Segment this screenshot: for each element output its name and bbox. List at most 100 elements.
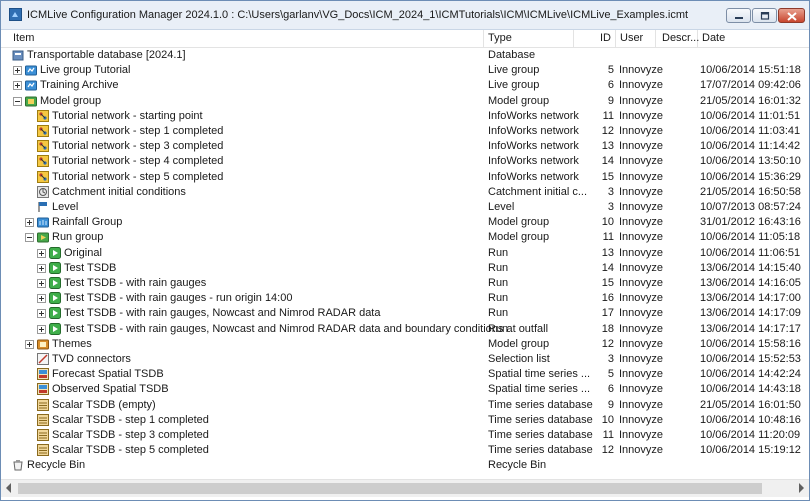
- tree-row[interactable]: Tutorial network - step 3 completed InfoW…: [1, 139, 809, 154]
- run-icon: [49, 246, 61, 259]
- tree-row[interactable]: Recycle Bin Recycle Bin: [1, 458, 809, 473]
- tree-row[interactable]: Live group Tutorial Live group 5 Innovyze 10…: [1, 63, 809, 78]
- close-button[interactable]: [778, 8, 805, 23]
- row-id: 11: [602, 109, 614, 122]
- scroll-right-icon[interactable]: [799, 483, 804, 493]
- expand-icon[interactable]: [37, 263, 46, 273]
- selection-list-icon: [37, 353, 49, 365]
- row-user: Innovyze: [619, 155, 664, 168]
- row-type: Run: [488, 307, 509, 320]
- collapse-icon[interactable]: [25, 233, 34, 243]
- tsdb-icon: [37, 398, 49, 411]
- tree-row[interactable]: Scalar TSDB - step 3 completed Time serie…: [1, 428, 809, 443]
- tree-row[interactable]: Test TSDB - with rain gauges, Nowcast an…: [1, 306, 809, 321]
- tree-row[interactable]: Observed Spatial TSDB Spatial time series…: [1, 382, 809, 397]
- expand-icon[interactable]: [13, 81, 22, 91]
- tree-row[interactable]: Tutorial network - starting point InfoWor…: [1, 109, 809, 124]
- tree-row[interactable]: Level Level 3 Innovyze 10/07/2013 08:57:24: [1, 200, 809, 215]
- rainfall-group-icon: [37, 217, 49, 228]
- tree-row[interactable]: Rainfall Group Model group 10 Innovyze 31/01…: [1, 215, 809, 230]
- expand-icon[interactable]: [37, 279, 46, 288]
- tree-row[interactable]: Test TSDB - with rain gauges Run 15 Innovyz…: [1, 276, 809, 291]
- row-type: Spatial time series ...: [488, 368, 591, 381]
- tree-row[interactable]: Tutorial network - step 5 completed InfoW…: [1, 170, 809, 185]
- row-type: InfoWorks network: [488, 155, 579, 168]
- tree-row[interactable]: Model group Model group 9 Innovyze 21/05/201…: [1, 94, 809, 109]
- title-bar[interactable]: ICMLive Configuration Manager 2024.1.0 :…: [1, 1, 809, 30]
- row-type: InfoWorks network: [488, 140, 579, 153]
- tree-row[interactable]: Original Run 13 Innovyze 10/06/2014 11:06:51: [1, 246, 809, 261]
- expand-icon[interactable]: [25, 339, 34, 349]
- row-type: Run: [488, 322, 509, 335]
- tsdb-icon: [37, 413, 49, 426]
- row-id: 14: [601, 261, 614, 274]
- column-date[interactable]: Date: [698, 30, 809, 47]
- row-date: 10/06/2014 15:58:16: [700, 337, 801, 350]
- row-type: Run: [488, 277, 509, 289]
- expand-icon[interactable]: [13, 66, 22, 76]
- tree-row[interactable]: Scalar TSDB - step 1 completed Time serie…: [1, 413, 809, 428]
- row-user: Innovyze: [619, 246, 664, 259]
- row-type: Catchment initial c...: [488, 185, 588, 198]
- row-date: 10/06/2014 15:51:18: [700, 64, 801, 77]
- row-date: 21/05/2014 16:50:58: [700, 185, 801, 198]
- expand-icon[interactable]: [37, 248, 46, 258]
- spatial-tsdb-icon: [37, 368, 49, 381]
- row-name: Observed Spatial TSDB: [52, 383, 169, 396]
- tree-row[interactable]: Training Archive Live group 6 Innovyze 17/07…: [1, 78, 809, 93]
- row-name: Catchment initial conditions: [52, 185, 186, 198]
- expand-icon[interactable]: [37, 309, 46, 319]
- row-id: 17: [601, 307, 614, 320]
- tree-list: Transportable database [2024.1] Database L…: [1, 48, 809, 474]
- row-type: Model group: [488, 216, 550, 229]
- row-id: 12: [601, 125, 614, 137]
- themes-icon: [37, 339, 49, 350]
- row-type: Run: [488, 246, 509, 259]
- tsdb-icon: [37, 444, 49, 457]
- tree-row[interactable]: Tutorial network - step 4 completed InfoW…: [1, 154, 809, 169]
- row-type: Spatial time series ...: [488, 383, 591, 396]
- expand-icon[interactable]: [37, 294, 46, 304]
- row-id: 6: [607, 79, 614, 92]
- column-id[interactable]: ID: [574, 30, 616, 47]
- tree-row[interactable]: Test TSDB - with rain gauges, Nowcast an…: [1, 322, 809, 337]
- minimize-button[interactable]: [726, 8, 751, 23]
- row-id: 13: [601, 246, 614, 259]
- row-user: Innovyze: [619, 307, 664, 320]
- horizontal-scrollbar[interactable]: [1, 479, 809, 497]
- column-description[interactable]: Descr...: [656, 30, 699, 47]
- expand-icon[interactable]: [25, 218, 34, 228]
- row-type: Recycle Bin: [488, 459, 547, 472]
- row-name: Level: [52, 201, 79, 213]
- live-group-icon: [25, 65, 37, 76]
- network-icon: [37, 109, 49, 122]
- column-type[interactable]: Type: [484, 30, 574, 47]
- scrollbar-thumb[interactable]: [18, 483, 762, 494]
- tree-row[interactable]: Themes Model group 12 Innovyze 10/06/2014 15…: [1, 337, 809, 352]
- tree-row[interactable]: Forecast Spatial TSDB Spatial time series…: [1, 367, 809, 382]
- column-user[interactable]: User: [616, 30, 656, 47]
- row-name: Forecast Spatial TSDB: [52, 368, 164, 381]
- row-date: 21/05/2014 16:01:32: [700, 94, 801, 107]
- tree-row[interactable]: Test TSDB - with rain gauges - run origi…: [1, 291, 809, 306]
- row-user: Innovyze: [619, 64, 664, 77]
- collapse-icon[interactable]: [13, 96, 22, 106]
- close-icon: [787, 12, 797, 21]
- column-item[interactable]: Item: [1, 30, 484, 47]
- expand-icon[interactable]: [37, 324, 46, 334]
- tree-row[interactable]: Run group Model group 11 Innovyze 10/06/2014…: [1, 230, 809, 245]
- maximize-button[interactable]: [752, 8, 777, 23]
- scroll-left-icon[interactable]: [6, 483, 11, 493]
- column-header: Item Type ID User Descr... Date: [1, 30, 809, 48]
- tree-row[interactable]: Catchment initial conditions Catchment in…: [1, 185, 809, 200]
- row-date: 10/06/2014 14:42:24: [700, 368, 801, 381]
- tree-row[interactable]: TVD connectors Selection list 3 Innovyze 10/…: [1, 352, 809, 367]
- tree-row[interactable]: Tutorial network - step 1 completed InfoW…: [1, 124, 809, 139]
- tree-row[interactable]: Test TSDB Run 14 Innovyze 13/06/2014 14:15:4…: [1, 261, 809, 276]
- tree-row[interactable]: Transportable database [2024.1] Database: [1, 48, 809, 63]
- row-user: Innovyze: [619, 353, 664, 365]
- row-date: 10/06/2014 14:43:18: [700, 383, 801, 396]
- row-id: 9: [607, 398, 614, 411]
- tree-row[interactable]: Scalar TSDB (empty) Time series database 9…: [1, 398, 809, 413]
- tree-row[interactable]: Scalar TSDB - step 5 completed Time serie…: [1, 443, 809, 458]
